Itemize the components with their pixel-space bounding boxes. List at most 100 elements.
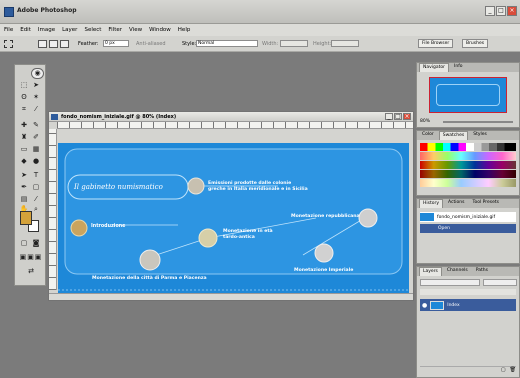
clone-stamp-icon[interactable]: ♜: [19, 133, 29, 142]
tab-history[interactable]: History: [419, 199, 444, 208]
history-panel: History Actions Tool Presets fondo_nomis…: [416, 198, 520, 264]
menu-filter[interactable]: Filter: [108, 27, 122, 33]
type-icon[interactable]: T: [31, 171, 41, 180]
photoshop-logo-icon: [4, 7, 14, 17]
width-input[interactable]: [280, 40, 308, 47]
menu-window[interactable]: Window: [149, 27, 171, 33]
lasso-icon[interactable]: ʘ: [19, 93, 29, 102]
document-titlebar: fondo_nomism_iniziale.gif @ 80% (Index) …: [49, 112, 413, 122]
brush-icon[interactable]: ✎: [31, 121, 41, 130]
pen-icon[interactable]: ✒: [19, 183, 29, 192]
tab-navigator[interactable]: Navigator: [419, 63, 450, 72]
tab-channels[interactable]: Channels: [443, 267, 471, 276]
doc-maximize-button[interactable]: □: [394, 113, 402, 120]
foreground-color-swatch[interactable]: [20, 211, 32, 225]
canvas-artwork: [58, 143, 409, 298]
image-canvas[interactable]: Il gabinetto numismatico Introduzione Em…: [58, 143, 409, 298]
shape-icon[interactable]: ▢: [31, 183, 41, 192]
snapshot-thumbnail: [420, 213, 434, 221]
menu-view[interactable]: View: [129, 27, 142, 33]
gradient-icon[interactable]: ▦: [31, 145, 41, 154]
lock-row[interactable]: [420, 289, 516, 295]
magic-wand-icon[interactable]: ✶: [31, 93, 41, 102]
eraser-icon[interactable]: ▭: [19, 145, 29, 154]
history-snapshot-name: fondo_nomism_iniziale.gif: [437, 214, 496, 220]
opacity-input[interactable]: [483, 279, 517, 286]
maximize-button[interactable]: □: [496, 6, 506, 16]
canvas-item-repubblicana[interactable]: Monetazione repubblicana: [291, 214, 360, 219]
tab-styles[interactable]: Styles: [470, 131, 490, 140]
history-snapshot[interactable]: fondo_nomism_iniziale.gif: [420, 212, 516, 222]
doc-close-button[interactable]: ×: [403, 113, 411, 120]
doc-minimize-button[interactable]: _: [385, 113, 393, 120]
add-selection-icon[interactable]: [49, 40, 58, 48]
tab-actions[interactable]: Actions: [445, 199, 468, 208]
new-layer-icon[interactable]: ▢: [501, 367, 506, 374]
menu-image[interactable]: Image: [38, 27, 55, 33]
quick-mask-icon[interactable]: ◙: [31, 239, 41, 248]
canvas-item-tardo-antica[interactable]: Monetazione in età tardo-antica: [223, 229, 285, 241]
history-brush-icon[interactable]: ✐: [31, 133, 41, 142]
tab-info[interactable]: Info: [451, 63, 466, 72]
menu-select[interactable]: Select: [84, 27, 101, 33]
eye-icon[interactable]: ●: [420, 302, 427, 309]
delete-layer-icon[interactable]: 🗑: [510, 367, 516, 374]
canvas-item-introduzione[interactable]: Introduzione: [91, 224, 125, 229]
tab-layers[interactable]: Layers: [419, 267, 442, 276]
slice-icon[interactable]: ⁄: [31, 105, 41, 114]
navigator-preview[interactable]: [429, 77, 507, 113]
zoom-icon[interactable]: ⌕: [31, 205, 41, 214]
notes-icon[interactable]: ▤: [19, 195, 29, 204]
vertical-ruler: [49, 129, 57, 290]
menu-layer[interactable]: Layer: [62, 27, 77, 33]
menu-help[interactable]: Help: [178, 27, 191, 33]
document-icon: [51, 114, 58, 120]
tab-swatches[interactable]: Swatches: [438, 131, 469, 140]
document-statusbar: [49, 293, 413, 300]
layers-panel: Layers Channels Paths ● Index ▢ 🗑: [416, 266, 520, 378]
canvas-item-colonie-greche[interactable]: Emissioni prodotte dalle colonie greche …: [208, 181, 310, 193]
jump-to-imageready-icon[interactable]: ⇄: [19, 267, 43, 276]
marquee-icon[interactable]: ⬚: [19, 81, 29, 90]
minimize-button[interactable]: _: [485, 6, 495, 16]
tab-tool-presets[interactable]: Tool Presets: [469, 199, 503, 208]
canvas-item-imperiale[interactable]: Monetazione Imperiale: [294, 268, 353, 273]
screen-mode-icons[interactable]: ▣▣▣: [19, 253, 43, 262]
adobe-online-icon[interactable]: ◉: [31, 68, 44, 79]
healing-brush-icon[interactable]: ✚: [19, 121, 29, 130]
navigator-zoom-slider[interactable]: [443, 121, 513, 123]
menu-file[interactable]: File: [4, 27, 13, 33]
style-select[interactable]: Normal: [196, 40, 258, 47]
canvas-heading: Il gabinetto numismatico: [74, 183, 163, 191]
brushes-tab[interactable]: Brushes: [462, 39, 489, 48]
history-tabs: History Actions Tool Presets: [417, 199, 519, 208]
tab-paths[interactable]: Paths: [472, 267, 491, 276]
eyedropper-icon[interactable]: ⁄: [31, 195, 41, 204]
blur-icon[interactable]: ◆: [19, 157, 29, 166]
navigator-zoom[interactable]: 80%: [420, 119, 430, 124]
blend-mode-select[interactable]: [420, 279, 480, 286]
subtract-selection-icon[interactable]: [60, 40, 69, 48]
app-titlebar: Adobe Photoshop _ □ ×: [0, 0, 520, 24]
new-selection-icon[interactable]: [38, 40, 47, 48]
history-state-open[interactable]: Open: [420, 224, 516, 233]
move-icon[interactable]: ➤: [31, 81, 41, 90]
marquee-tool-icon[interactable]: [4, 40, 13, 48]
file-browser-tab[interactable]: File Browser: [418, 39, 454, 48]
crop-icon[interactable]: ⌗: [19, 105, 29, 114]
close-button[interactable]: ×: [507, 6, 517, 16]
antialias-checkbox[interactable]: Anti-aliased: [136, 41, 166, 47]
dodge-icon[interactable]: ●: [31, 157, 41, 166]
standard-mode-icon[interactable]: ▢: [19, 239, 29, 248]
height-input[interactable]: [331, 40, 359, 47]
tab-color[interactable]: Color: [419, 131, 437, 140]
layers-footer: ▢ 🗑: [420, 366, 516, 374]
path-selection-icon[interactable]: ➤: [19, 171, 29, 180]
document-title: fondo_nomism_iniziale.gif @ 80% (Index): [61, 114, 177, 120]
swatch-grid[interactable]: [420, 143, 516, 193]
canvas-item-parma-piacenza[interactable]: Monetazione della città di Parma e Piace…: [92, 276, 207, 281]
layer-row-index[interactable]: ● Index: [420, 299, 516, 311]
feather-label: Feather:: [78, 41, 99, 47]
feather-input[interactable]: 0 px: [103, 40, 129, 47]
menu-edit[interactable]: Edit: [20, 27, 31, 33]
